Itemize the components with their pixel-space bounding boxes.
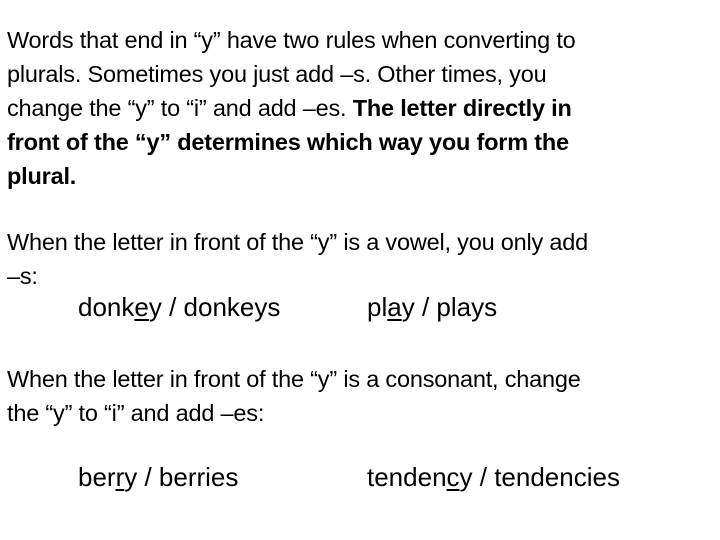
consonant-rule-line-2: the “y” to “i” and add –es: [7, 400, 265, 426]
underlined-letter: a [387, 292, 402, 322]
intro-paragraph: Words that end in “y” have two rules whe… [7, 23, 720, 193]
vowel-rule-paragraph: When the letter in front of the “y” is a… [7, 225, 720, 293]
intro-line-2: plurals. Sometimes you just add –s. Othe… [7, 61, 547, 87]
example-text: tenden [367, 462, 447, 492]
example-text: donk [78, 292, 135, 322]
example-text: pl [367, 292, 388, 322]
vowel-rule-line-1: When the letter in front of the “y” is a… [7, 229, 589, 255]
example-text: y / berries [124, 462, 239, 492]
consonant-rule-line-1: When the letter in front of the “y” is a… [7, 366, 581, 392]
intro-line-3-regular: change the “y” to “i” and add –es. [7, 95, 353, 121]
underlined-letter: c [446, 462, 460, 492]
intro-bold-line-4: front of the “y” determines which way yo… [7, 129, 569, 155]
example-text: y / tendencies [459, 462, 620, 492]
example-tendency: tendency / tendencies [367, 462, 620, 493]
example-text: ber [78, 462, 116, 492]
example-text: y / plays [401, 292, 498, 322]
consonant-rule-paragraph: When the letter in front of the “y” is a… [7, 362, 720, 430]
example-berry: berry / berries [78, 462, 238, 493]
underlined-letter: e [134, 292, 149, 322]
vowel-rule-line-2: –s: [7, 263, 38, 289]
intro-bold-line-5: plural. [7, 163, 77, 189]
underlined-letter: r [115, 462, 125, 492]
example-text: y / donkeys [148, 292, 281, 322]
intro-line-3: change the “y” to “i” and add –es. The l… [7, 91, 720, 125]
intro-line-1: Words that end in “y” have two rules whe… [7, 27, 576, 53]
example-play: play / plays [367, 292, 497, 323]
intro-line-3-bold: The letter directly in [352, 95, 572, 121]
example-donkey: donkey / donkeys [78, 292, 280, 323]
